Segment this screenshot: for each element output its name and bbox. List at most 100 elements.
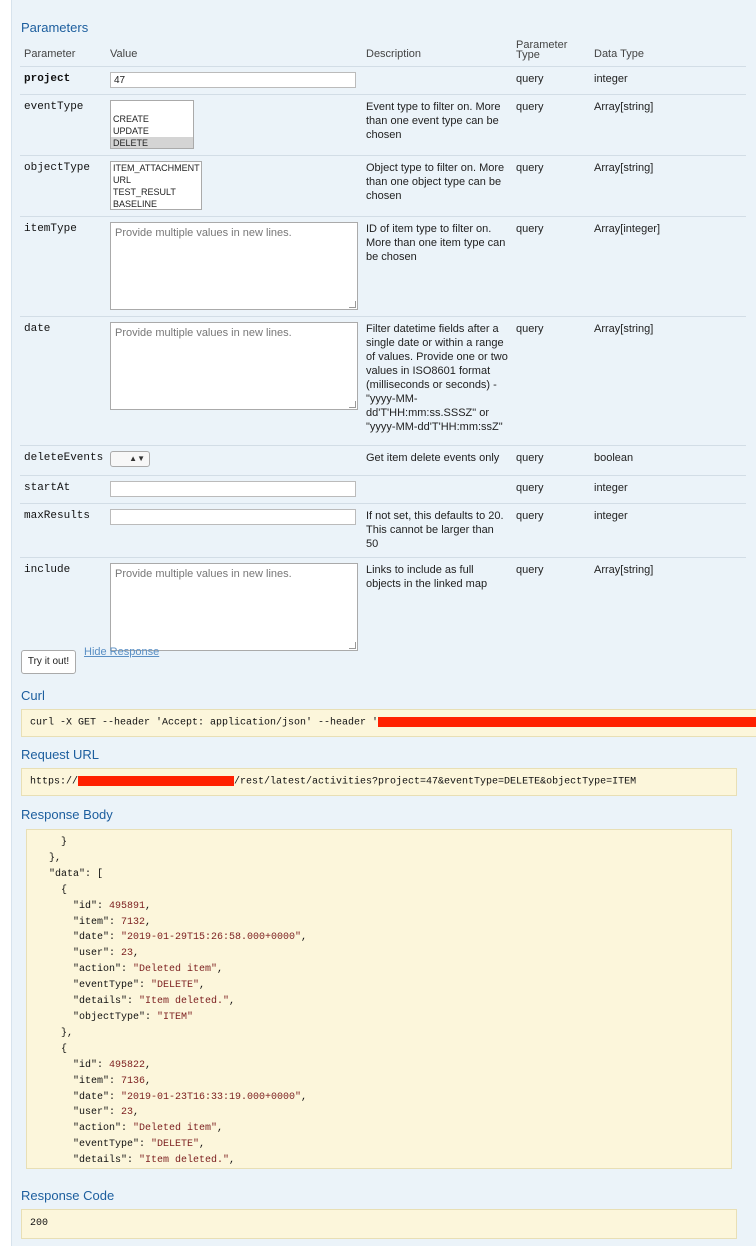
param-row-project: project 47 query integer bbox=[20, 66, 746, 95]
param-row-deleteevents: deleteEvents ▲▼ Get item delete events o… bbox=[20, 445, 746, 476]
response-body-title: Response Body bbox=[21, 807, 113, 822]
objecttype-multiselect[interactable]: ITEM_ATTACHMENT URL TEST_RESULT BASELINE bbox=[110, 161, 202, 210]
param-row-startat: startAt query integer bbox=[20, 475, 746, 504]
operation-panel: Parameters Parameter Value Description P… bbox=[11, 0, 756, 1246]
request-url-box: https:// /rest/latest/activities?project=… bbox=[21, 768, 737, 796]
option[interactable]: BASELINE bbox=[111, 198, 201, 209]
option[interactable]: ITEM_ATTACHMENT bbox=[111, 162, 201, 174]
response-body-line: "date": "2019-01-29T15:26:58.000+0000", bbox=[37, 932, 308, 944]
deleteevents-select[interactable]: ▲▼ bbox=[110, 451, 150, 467]
eventtype-multiselect[interactable]: CREATE UPDATE DELETE bbox=[110, 100, 194, 149]
response-body-line: "user": 23, bbox=[37, 1107, 140, 1119]
response-body-line: }, bbox=[37, 852, 62, 864]
response-code-value: 200 bbox=[30, 1218, 49, 1229]
try-it-out-button[interactable]: Try it out! bbox=[21, 650, 76, 674]
response-body-line: "date": "2019-01-23T16:33:19.000+0000", bbox=[37, 1091, 308, 1103]
response-body-line: "details": "Item deleted.", bbox=[37, 1155, 236, 1167]
response-code-box: 200 bbox=[21, 1209, 737, 1239]
date-textarea[interactable]: Provide multiple values in new lines. bbox=[110, 322, 358, 410]
textarea-placeholder: Provide multiple values in new lines. bbox=[115, 568, 292, 580]
param-type: query bbox=[512, 445, 590, 476]
textarea-placeholder: Provide multiple values in new lines. bbox=[115, 327, 292, 339]
updown-arrows-icon: ▲▼ bbox=[129, 454, 145, 463]
response-body-line: "user": 23, bbox=[37, 948, 140, 960]
curl-title: Curl bbox=[21, 688, 45, 703]
param-name: deleteEvents bbox=[20, 445, 106, 476]
param-description: Get item delete events only bbox=[362, 445, 512, 476]
param-description bbox=[362, 66, 512, 95]
request-url-suffix: /rest/latest/activities?project=47&event… bbox=[234, 776, 637, 788]
response-body-line: "id": 495891, bbox=[37, 900, 152, 912]
include-textarea[interactable]: Provide multiple values in new lines. bbox=[110, 563, 358, 651]
param-type: query bbox=[512, 503, 590, 558]
response-body-line: "eventType": "DELETE", bbox=[37, 1139, 206, 1151]
textarea-placeholder: Provide multiple values in new lines. bbox=[115, 227, 292, 239]
param-type: query bbox=[512, 216, 590, 317]
param-description: Object type to filter on. More than one … bbox=[362, 155, 512, 217]
request-url-title: Request URL bbox=[21, 747, 100, 762]
header-data-type: Data Type bbox=[590, 38, 746, 67]
startat-input[interactable] bbox=[110, 481, 356, 497]
resize-grip-icon[interactable] bbox=[349, 642, 356, 649]
parameters-header-row: Parameter Value Description Parameter Ty… bbox=[20, 38, 746, 67]
param-data-type: Array[string] bbox=[590, 94, 746, 156]
response-body-box[interactable]: } }, "data": [ { "id": 495891, "item": 7… bbox=[26, 829, 732, 1169]
curl-box: curl -X GET --header 'Accept: applicatio… bbox=[21, 709, 756, 737]
parameters-table: Parameter Value Description Parameter Ty… bbox=[20, 38, 746, 658]
param-type: query bbox=[512, 316, 590, 446]
parameters-title: Parameters bbox=[21, 20, 89, 35]
param-name: maxResults bbox=[20, 503, 106, 558]
param-type: query bbox=[516, 564, 544, 576]
project-input[interactable]: 47 bbox=[110, 72, 356, 88]
param-type: query bbox=[512, 66, 590, 95]
param-row-itemtype: itemType Provide multiple values in new … bbox=[20, 216, 746, 317]
param-description: Event type to filter on. More than one e… bbox=[362, 94, 512, 156]
response-code-title: Response Code bbox=[21, 1188, 115, 1203]
param-data-type: boolean bbox=[590, 445, 746, 476]
param-data-type: integer bbox=[590, 66, 746, 95]
maxresults-input[interactable] bbox=[110, 509, 356, 525]
option[interactable]: URL bbox=[111, 174, 201, 186]
option[interactable]: CREATE bbox=[111, 113, 193, 125]
curl-command: curl -X GET --header 'Accept: applicatio… bbox=[30, 717, 379, 729]
param-data-type: integer bbox=[590, 503, 746, 558]
option[interactable]: TEST_RESULT bbox=[111, 186, 201, 198]
header-value: Value bbox=[106, 38, 362, 67]
param-data-type: Array[string] bbox=[590, 155, 746, 217]
response-body-line: "item": 7132, bbox=[37, 916, 152, 928]
header-parameter: Parameter bbox=[20, 38, 106, 67]
response-body-line: "item": 7136, bbox=[37, 1075, 152, 1087]
param-name: startAt bbox=[20, 475, 106, 504]
param-name: project bbox=[20, 66, 106, 95]
param-row-date: date Provide multiple values in new line… bbox=[20, 316, 746, 446]
param-type: query bbox=[512, 155, 590, 217]
response-body-line: { bbox=[37, 884, 68, 896]
response-body-line: "eventType": "DELETE", bbox=[37, 980, 206, 992]
param-type: query bbox=[512, 94, 590, 156]
param-name: date bbox=[20, 316, 106, 446]
itemtype-textarea[interactable]: Provide multiple values in new lines. bbox=[110, 222, 358, 310]
param-name: eventType bbox=[20, 94, 106, 156]
param-row-maxresults: maxResults If not set, this defaults to … bbox=[20, 503, 746, 558]
header-parameter-type: Parameter Type bbox=[512, 38, 590, 67]
resize-grip-icon[interactable] bbox=[349, 401, 356, 408]
param-type: query bbox=[512, 475, 590, 504]
param-description: Links to include as full objects in the … bbox=[366, 564, 488, 590]
param-name: include bbox=[24, 564, 71, 576]
option[interactable]: UPDATE bbox=[111, 125, 193, 137]
hide-response-link[interactable]: Hide Response bbox=[84, 646, 159, 658]
response-body-line: "action": "Deleted item", bbox=[37, 1123, 224, 1135]
param-description: ID of item type to filter on. More than … bbox=[362, 216, 512, 317]
param-row-include: include Provide multiple values in new l… bbox=[20, 558, 746, 658]
param-description: If not set, this defaults to 20. This ca… bbox=[362, 503, 512, 558]
redacted-host bbox=[78, 776, 235, 786]
response-body-line: "data": [ bbox=[37, 868, 104, 880]
param-name: objectType bbox=[20, 155, 106, 217]
response-body-line: "action": "Deleted item", bbox=[37, 964, 224, 976]
option-selected[interactable]: DELETE bbox=[111, 137, 193, 148]
redacted-header-value bbox=[378, 717, 756, 727]
resize-grip-icon[interactable] bbox=[349, 301, 356, 308]
response-body-line: "id": 495822, bbox=[37, 1059, 152, 1071]
param-row-eventtype: eventType CREATE UPDATE DELETE Event typ… bbox=[20, 94, 746, 156]
header-description: Description bbox=[362, 38, 512, 67]
